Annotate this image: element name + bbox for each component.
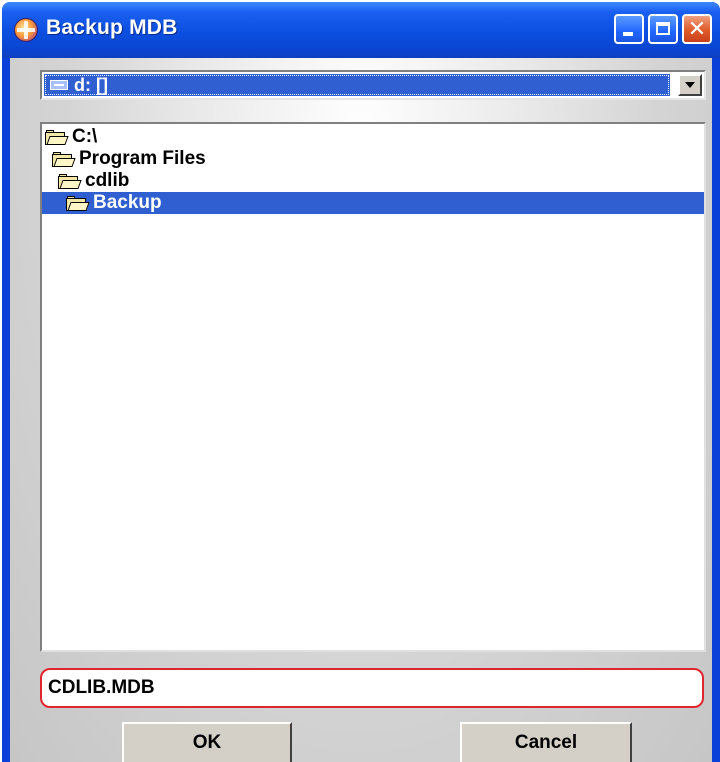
filename-value: CDLIB.MDB <box>48 677 155 698</box>
ok-button[interactable]: OK <box>122 722 292 762</box>
directory-label: Backup <box>93 192 162 213</box>
close-button[interactable]: ✕ <box>682 14 712 44</box>
close-icon: ✕ <box>687 16 707 41</box>
drive-selected-value[interactable]: d: [] <box>44 74 670 96</box>
maximize-button[interactable] <box>648 14 678 44</box>
directory-list[interactable]: C:\ Program Files cdlib Backup <box>40 122 706 652</box>
minimize-icon <box>623 32 633 36</box>
directory-label: Program Files <box>79 148 206 169</box>
directory-item-cdlib[interactable]: cdlib <box>42 170 704 192</box>
cancel-button[interactable]: Cancel <box>460 722 632 762</box>
window-title: Backup MDB <box>46 16 178 39</box>
directory-item-root[interactable]: C:\ <box>42 126 704 148</box>
drive-icon <box>50 80 68 90</box>
maximize-icon <box>656 22 670 35</box>
chevron-down-icon <box>685 82 695 88</box>
directory-label: cdlib <box>85 170 130 191</box>
folder-open-icon <box>58 174 82 189</box>
directory-item-program-files[interactable]: Program Files <box>42 148 704 170</box>
folder-open-icon <box>45 130 69 145</box>
minimize-button[interactable] <box>614 14 644 44</box>
folder-open-icon <box>66 196 90 211</box>
backup-mdb-window: Backup MDB ✕ d: [] C:\ Program Files cdl… <box>2 2 720 762</box>
folder-open-icon <box>52 152 76 167</box>
title-bar[interactable]: Backup MDB ✕ <box>2 2 720 58</box>
drive-select[interactable]: d: [] <box>40 70 706 100</box>
directory-label: C:\ <box>72 126 98 147</box>
drive-label: d: [] <box>74 75 108 95</box>
dropdown-arrow-button[interactable] <box>678 74 702 96</box>
directory-item-backup[interactable]: Backup <box>42 192 704 214</box>
app-icon <box>14 18 38 42</box>
dialog-body: d: [] C:\ Program Files cdlib Backup CDL… <box>10 58 712 762</box>
filename-input[interactable]: CDLIB.MDB <box>40 668 704 708</box>
